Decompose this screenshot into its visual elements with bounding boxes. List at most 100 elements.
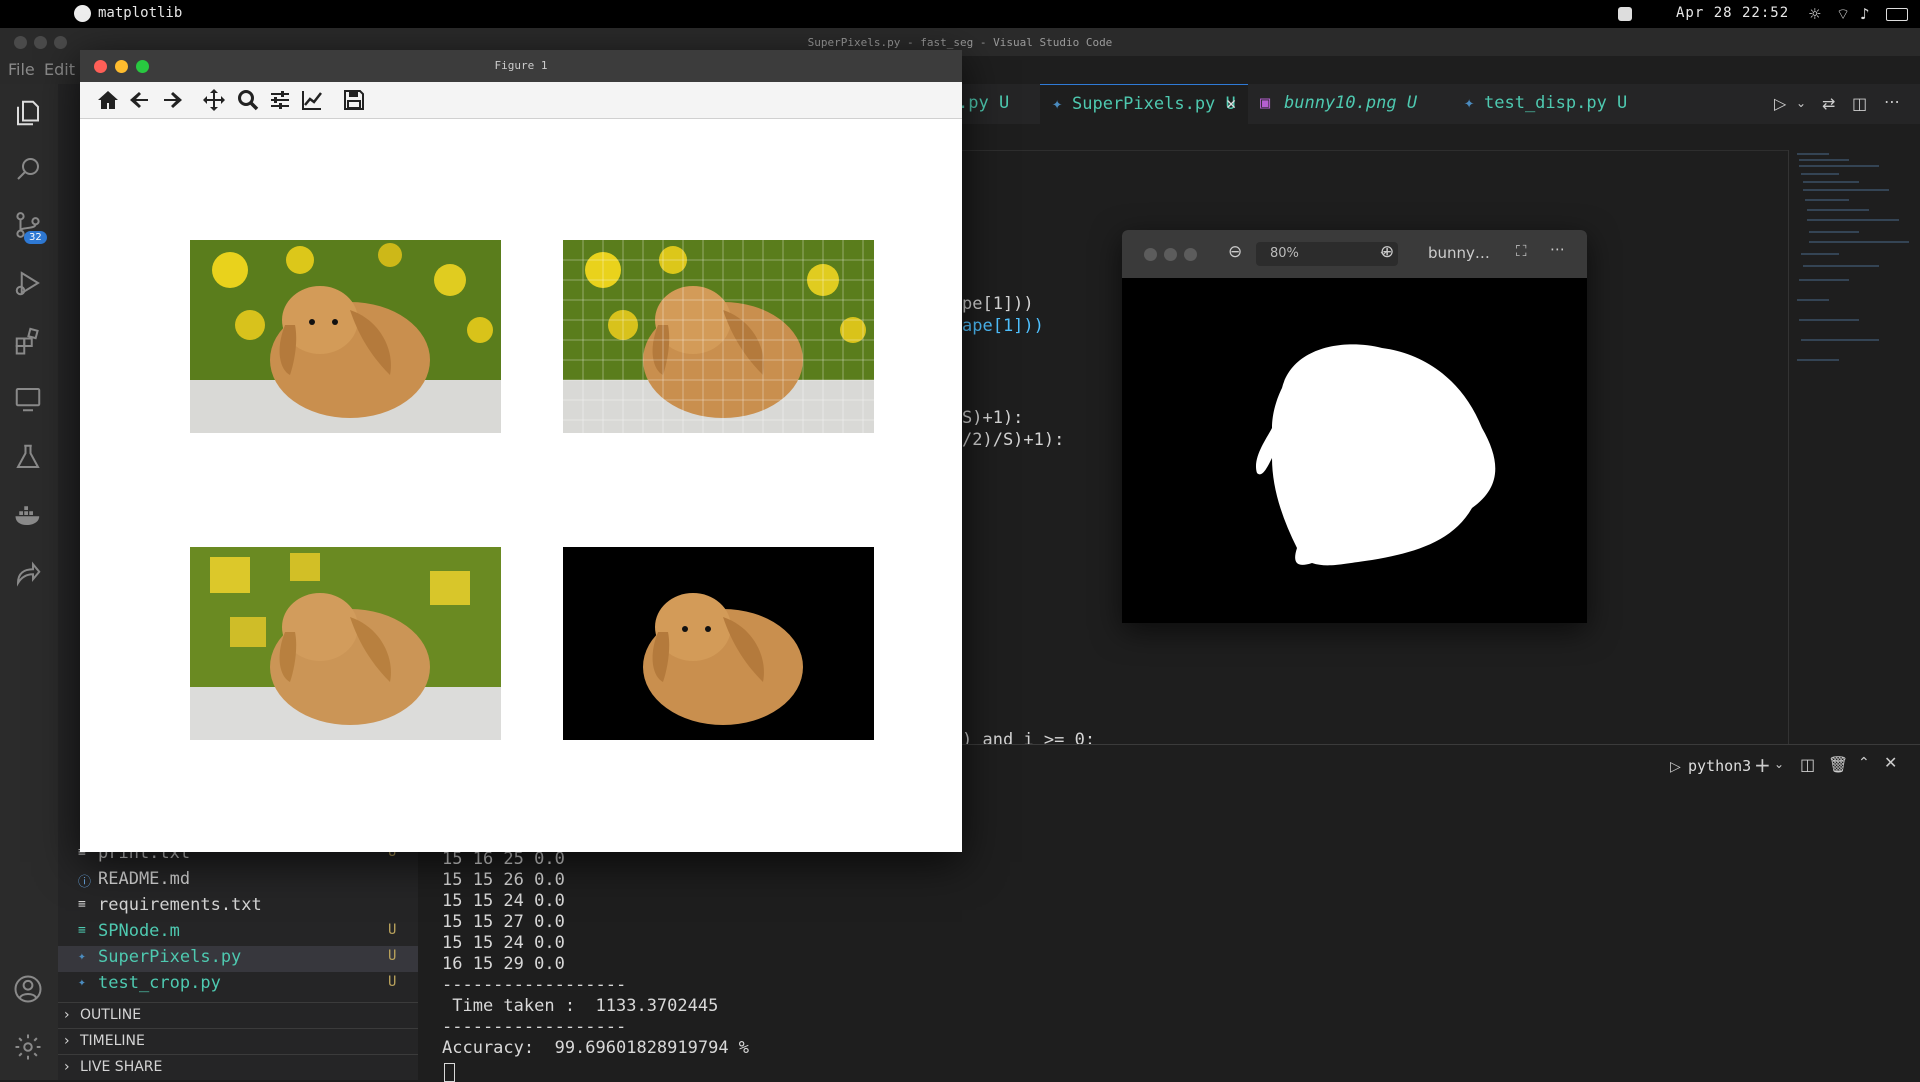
info-file-icon: ⓘ (78, 875, 92, 890)
chevron-down-icon[interactable]: ⌄ (1774, 757, 1784, 771)
file-name: README.md (98, 869, 191, 889)
subplot-superpixel-boundaries (563, 240, 874, 433)
text-file-icon: ≡ (78, 897, 86, 912)
maximize-panel-icon[interactable]: ⌃ (1858, 755, 1870, 771)
file-item-selected[interactable]: ✦ SuperPixels.py U (58, 946, 418, 972)
split-terminal-icon[interactable]: ◫ (1800, 755, 1815, 774)
git-status: U (388, 948, 397, 964)
zoom-out-icon[interactable]: ⊖ (1228, 242, 1242, 262)
file-item[interactable]: ⓘ README.md (58, 868, 418, 894)
chevron-right-icon: › (64, 1007, 70, 1023)
close-panel-icon[interactable]: ✕ (1884, 753, 1897, 772)
extensions-icon[interactable] (13, 326, 45, 358)
compare-changes-icon[interactable]: ⇄ (1822, 94, 1835, 113)
save-icon[interactable] (342, 88, 368, 114)
testing-icon[interactable] (13, 442, 45, 474)
window-title: SuperPixels.py - fast_seg - Visual Studi… (807, 36, 1113, 49)
terminal-line: ------------------ (442, 975, 627, 995)
section-title: TIMELINE (80, 1033, 145, 1049)
edit-curves-icon[interactable] (300, 88, 326, 114)
brightness-icon[interactable]: ☼ (1808, 5, 1821, 23)
subplot-superpixel-mean-image (190, 547, 501, 740)
minimap[interactable] (1788, 150, 1920, 744)
file-name: requirements.txt (98, 895, 262, 915)
file-item[interactable]: ✦ test_crop.py U (58, 972, 418, 998)
forward-icon[interactable] (160, 88, 186, 114)
explorer-icon[interactable] (13, 98, 45, 130)
fullscreen-icon[interactable]: ⛶ (1516, 242, 1527, 260)
file-item[interactable]: ≡ SPNode.m U (58, 920, 418, 946)
live-share-section[interactable]: › LIVE SHARE (58, 1054, 418, 1081)
live-share-icon[interactable] (13, 558, 45, 590)
outline-section[interactable]: › OUTLINE (58, 1002, 418, 1029)
subplot-original-image (190, 240, 501, 433)
tab-superpixels[interactable]: ✦ SuperPixels.py U ✕ (1040, 84, 1248, 125)
clock[interactable]: Apr 28 22:52 (1676, 5, 1789, 21)
battery-icon[interactable] (1886, 8, 1908, 21)
viewer-close-button[interactable] (1144, 248, 1157, 261)
file-name: SPNode.m (98, 921, 180, 941)
code-line: /2)/S)+1): (962, 430, 1065, 450)
viewer-zoom-button[interactable] (1184, 248, 1197, 261)
run-python-icon[interactable]: ▷ (1774, 94, 1786, 113)
timeline-section[interactable]: › TIMELINE (58, 1028, 418, 1055)
close-icon[interactable]: ✕ (1226, 94, 1236, 114)
control-center-icon[interactable] (1618, 7, 1632, 21)
zoom-icon[interactable] (236, 88, 262, 114)
more-icon[interactable]: ⋯ (1550, 240, 1565, 258)
home-icon[interactable] (96, 88, 122, 114)
figure-titlebar: Figure 1 (80, 50, 962, 82)
more-actions-icon[interactable]: ⋯ (1884, 92, 1900, 111)
viewer-filename: bunny… (1428, 244, 1490, 262)
pan-icon[interactable] (202, 88, 228, 114)
subplot-segmented-foreground (563, 547, 874, 740)
zoom-select[interactable]: 80% ⌄ (1256, 242, 1398, 266)
figure-title: Figure 1 (494, 59, 548, 72)
file-name: test_crop.py (98, 973, 221, 993)
git-status: U (388, 974, 397, 990)
active-app-name[interactable]: matplotlib (98, 5, 182, 21)
python-file-icon: ✦ (78, 975, 86, 990)
manage-gear-icon[interactable] (13, 1032, 45, 1064)
terminal-line: 15 15 24 0.0 (442, 933, 565, 953)
terminal-line: 15 15 24 0.0 (442, 891, 565, 911)
terminal-cursor (444, 1063, 455, 1082)
new-terminal-icon[interactable]: + (1754, 753, 1771, 777)
code-line: pe[1])) (962, 294, 1034, 314)
docker-icon[interactable] (13, 500, 45, 532)
viewer-minimize-button[interactable] (1164, 248, 1177, 261)
tab-test-disp[interactable]: ✦ test_disp.py U (1450, 84, 1630, 124)
text-file-icon: ≡ (78, 923, 86, 938)
zoom-in-icon[interactable]: ⊕ (1380, 242, 1394, 262)
terminal-shell-name[interactable]: python3 (1688, 757, 1751, 775)
split-editor-icon[interactable]: ◫ (1852, 94, 1867, 113)
python-file-icon: ✦ (1052, 94, 1063, 114)
accounts-icon[interactable] (13, 974, 45, 1006)
matplotlib-figure-window[interactable]: Figure 1 (80, 50, 962, 852)
trash-icon[interactable]: 🗑 (1828, 755, 1848, 774)
run-debug-icon[interactable] (13, 268, 45, 300)
volume-icon[interactable]: ♪ (1860, 5, 1870, 23)
menu-edit[interactable]: Edit (44, 60, 75, 79)
image-viewer-window[interactable]: ⊖ 80% ⌄ ⊕ bunny… ⛶ ⋯ (1122, 230, 1587, 623)
chevron-down-icon[interactable]: ⌄ (1796, 96, 1806, 110)
activity-bar: 32 (0, 84, 58, 1080)
wifi-icon[interactable]: ⌔ (1836, 5, 1850, 24)
segmentation-mask-image (1122, 278, 1587, 623)
file-item[interactable]: ≡ requirements.txt (58, 894, 418, 920)
back-icon[interactable] (128, 88, 154, 114)
code-line: ape[1])) (962, 316, 1044, 336)
tab-bunny10-png[interactable]: ▣ bunny10.png U (1250, 84, 1450, 124)
python-file-icon: ✦ (78, 949, 86, 964)
chevron-right-icon: › (64, 1033, 70, 1049)
menu-file[interactable]: File (8, 60, 35, 79)
remote-explorer-icon[interactable] (13, 384, 45, 416)
configure-icon[interactable] (268, 88, 294, 114)
search-icon[interactable] (13, 154, 45, 186)
image-file-icon: ▣ (1260, 93, 1271, 113)
python-file-icon: ✦ (1464, 93, 1475, 113)
terminal-line: Accuracy: 99.69601828919794 % (442, 1038, 750, 1058)
terminal-line: 15 16 25 0.0 (442, 849, 565, 869)
chevron-right-icon: › (64, 1059, 70, 1075)
python-app-icon (74, 5, 91, 22)
